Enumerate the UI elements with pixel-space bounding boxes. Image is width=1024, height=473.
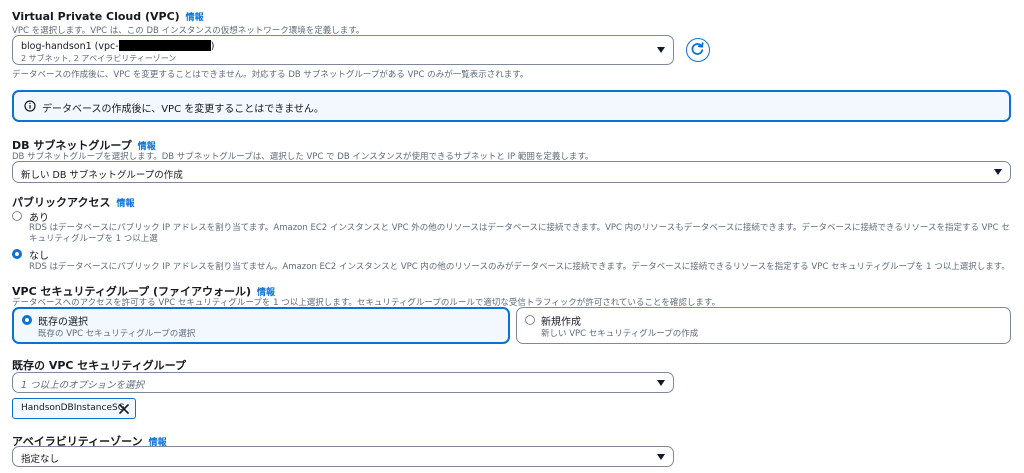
vpc-footnote: データベースの作成後に、VPC を変更することはできません。対応する DB サブ… [12,70,529,80]
tile-existing[interactable]: 既存の選択 既存の VPC セキュリティグループの選択 [12,307,510,344]
public-access-yes-title[interactable]: あり [29,209,49,224]
public-access-yes-desc: RDS はデータベースにパブリック IP アドレスを割り当てます。Amazon … [29,223,1010,244]
public-access-yes-radio[interactable] [12,211,22,221]
vpc-selected-text: blog-handson1 (vpc- [21,41,119,52]
tile-existing-desc: 既存の VPC セキュリティグループの選択 [38,329,196,339]
chevron-down-icon [994,169,1002,175]
tile-create-new-title: 新規作成 [541,317,581,328]
vpc-select[interactable]: blog-handson1 (vpc-) 2 サブネット, 2 アベイラビリティ… [12,35,674,65]
info-alert-text: データベースの作成後に、VPC を変更することはできません。 [42,104,324,115]
public-access-info-link[interactable]: 情報 [116,199,134,209]
public-access-no-desc: RDS はデータベースにパブリック IP アドレスを割り当てません。Amazon… [29,262,1010,272]
chevron-down-icon [657,454,665,460]
refresh-button[interactable] [686,38,710,62]
public-access-no-radio[interactable] [12,249,22,259]
public-access-label-text: パブリックアクセス [12,196,111,209]
subnet-group-select[interactable]: 新しい DB サブネットグループの作成 [12,161,1011,183]
vpc-selected-close: ) [210,41,215,52]
tile-create-new-desc: 新しい VPC セキュリティグループの作成 [541,329,699,339]
public-access-label: パブリックアクセス 情報 [12,194,134,210]
vpc-label: Virtual Private Cloud (VPC) 情報 [12,10,204,23]
tile-existing-title: 既存の選択 [38,317,88,328]
tile-create-new[interactable]: 新規作成 新しい VPC セキュリティグループの作成 [516,307,1011,344]
az-value: 指定なし [21,454,60,465]
sg-token: HandsonDBInstanceSG [12,398,136,419]
sg-token-label: HandsonDBInstanceSG [21,403,125,413]
tile-existing-radio[interactable] [22,315,32,325]
vpc-selected-sub: 2 サブネット, 2 アベイラビリティーゾーン [21,54,177,63]
tile-create-new-radio[interactable] [525,315,535,325]
chevron-down-icon [657,380,665,386]
refresh-icon [691,42,704,55]
vpc-label-text: Virtual Private Cloud (VPC) [12,10,180,23]
vpc-info-link[interactable]: 情報 [186,13,204,23]
vpc-selected-value: blog-handson1 (vpc-) [21,40,214,52]
info-icon [24,100,36,112]
subnet-group-value: 新しい DB サブネットグループの作成 [21,170,183,181]
existing-sg-placeholder: 1 つ以上のオプションを選択 [21,380,145,391]
existing-sg-label: 既存の VPC セキュリティグループ [12,359,186,372]
close-icon[interactable] [119,404,129,414]
info-alert: データベースの作成後に、VPC を変更することはできません。 [12,90,1011,122]
vpc-id-redaction [118,40,211,51]
az-select[interactable]: 指定なし [12,446,674,467]
chevron-down-icon [657,47,665,53]
existing-sg-multiselect[interactable]: 1 つ以上のオプションを選択 [12,372,674,393]
